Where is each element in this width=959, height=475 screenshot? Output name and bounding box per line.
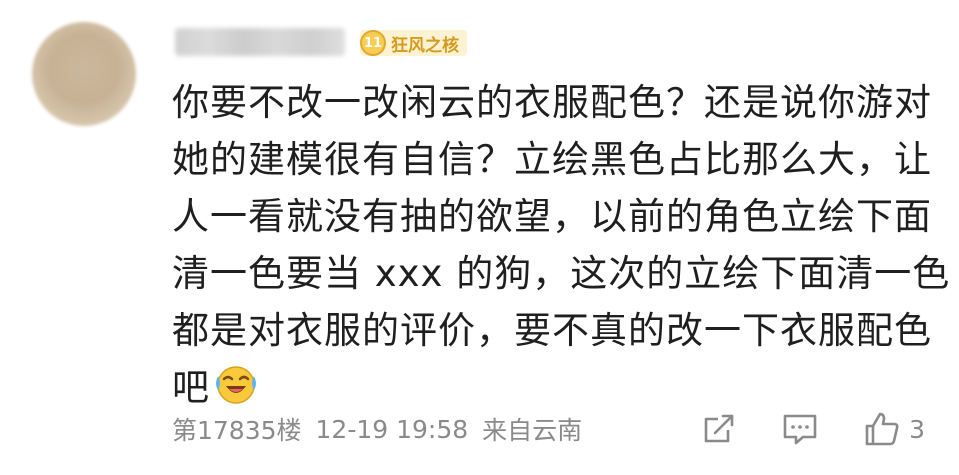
- comment-line: 人一看就没有抽的欲望，以前的角色立绘下面: [172, 195, 932, 238]
- avatar[interactable]: [32, 22, 136, 126]
- thumbs-up-icon: [863, 410, 901, 448]
- share-icon: [701, 411, 737, 447]
- comment-line: 她的建模很有自信？立绘黑色占比那么大，让: [172, 138, 932, 181]
- username-blurred[interactable]: [175, 28, 345, 56]
- level-number: 11: [360, 30, 386, 56]
- comment-line: 清一色要当 xxx 的狗，这次的立绘下面清一色: [172, 252, 951, 295]
- level-badge: 11 狂风之核: [360, 30, 467, 56]
- reply-icon: [781, 411, 819, 447]
- post-time: 12-19 19:58: [315, 414, 469, 444]
- like-button[interactable]: 3: [863, 410, 925, 448]
- comment-text: 你要不改一改闲云的衣服配色？还是说你游对 她的建模很有自信？立绘黑色占比那么大，…: [172, 74, 951, 416]
- comment-line-text: 吧: [172, 366, 210, 409]
- post-location: 来自云南: [482, 416, 583, 445]
- comment-line: 你要不改一改闲云的衣服配色？还是说你游对: [172, 81, 932, 124]
- laughing-crying-emoji-icon: [214, 362, 258, 406]
- floor-number: 第17835楼: [172, 416, 302, 445]
- comment-meta: 第17835楼 12-19 19:58 来自云南: [172, 409, 596, 449]
- comment-line: 都是对衣服的评价，要不真的改一下衣服配色: [172, 309, 932, 352]
- level-title: 狂风之核: [391, 35, 459, 56]
- like-count: 3: [909, 414, 925, 444]
- comment-actions: 3: [657, 406, 925, 452]
- share-button[interactable]: [701, 411, 737, 447]
- reply-button[interactable]: [781, 411, 819, 447]
